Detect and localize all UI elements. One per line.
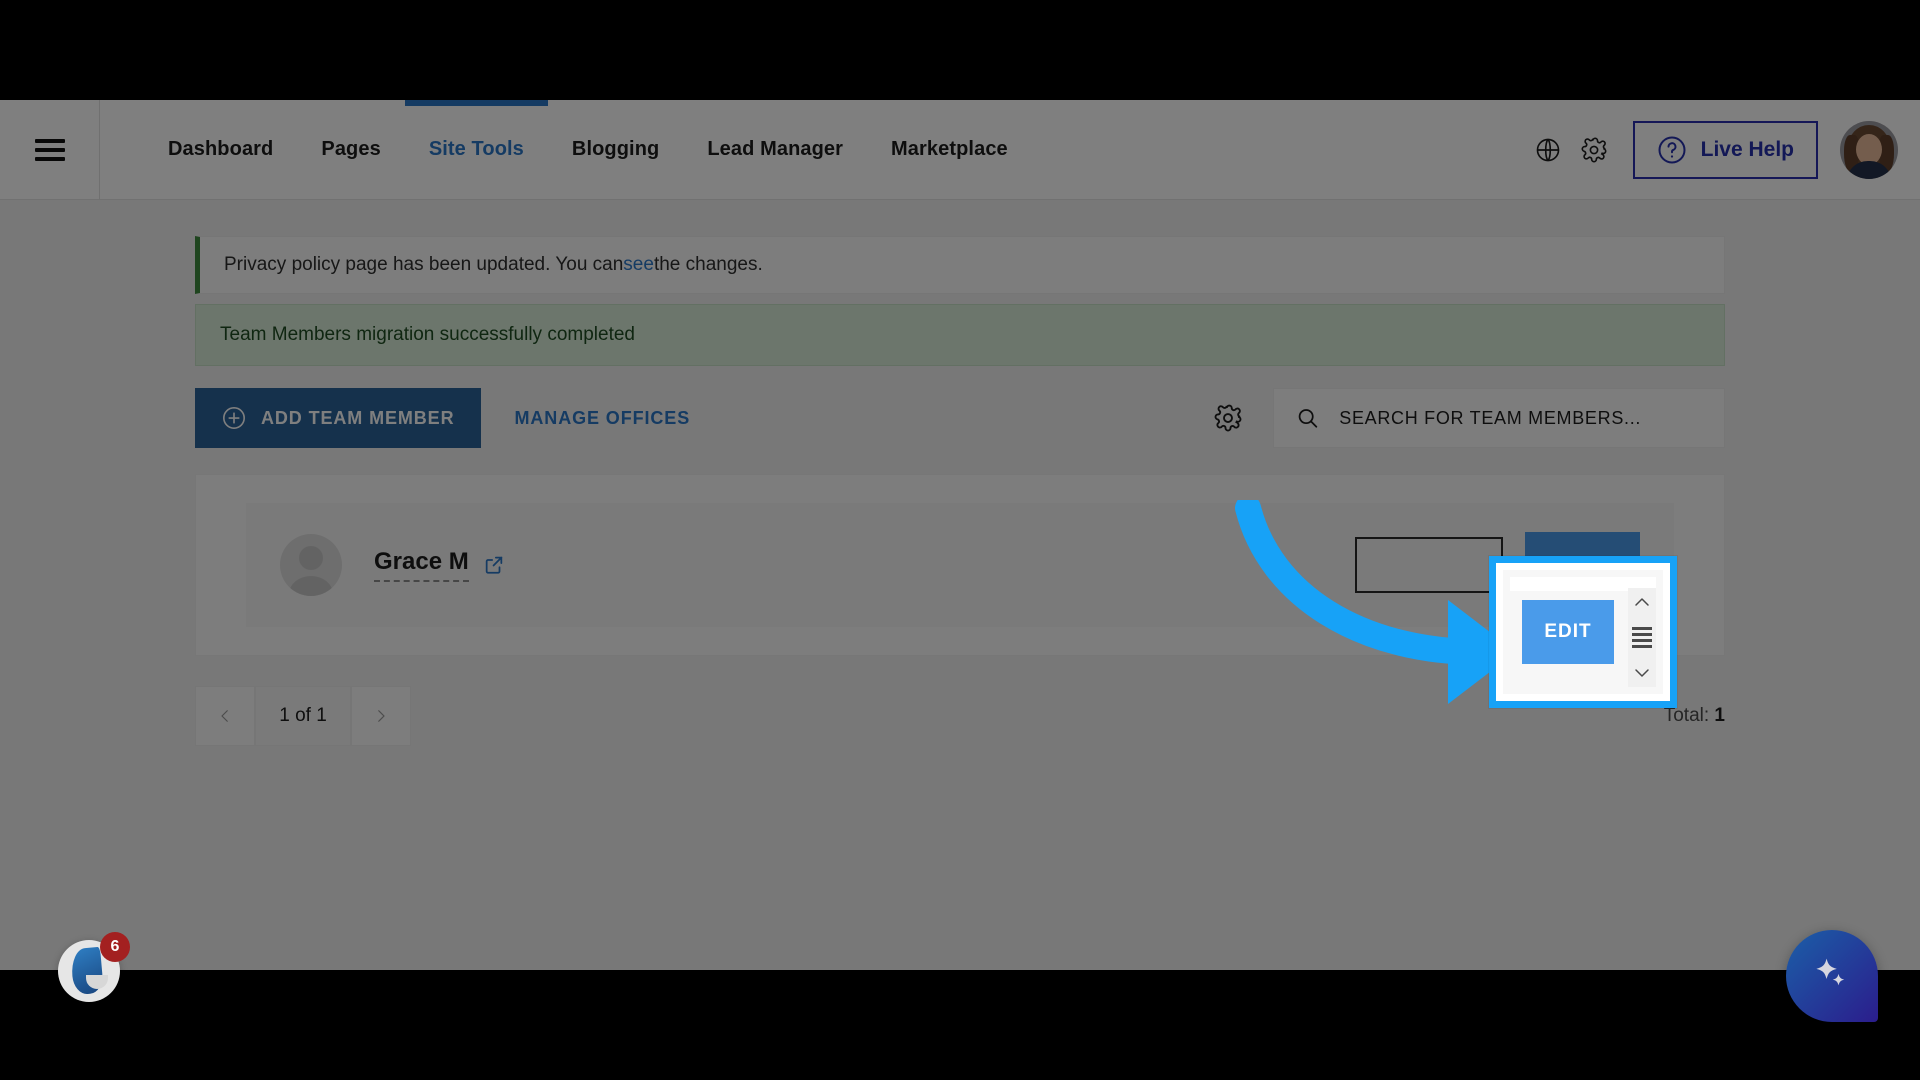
chevron-left-icon	[221, 710, 228, 722]
sparkle-icon	[1816, 958, 1845, 986]
hamburger-icon	[34, 134, 65, 166]
nav-item-blogging[interactable]: Blogging	[548, 100, 683, 200]
ai-assistant-button[interactable]	[1786, 930, 1878, 1022]
nav-item-pages[interactable]: Pages	[297, 100, 404, 200]
alert-text-before: Privacy policy page has been updated. Yo…	[224, 254, 624, 275]
live-help-label: Live Help	[1700, 137, 1794, 161]
avatar-face	[1856, 133, 1882, 165]
chevron-down-icon[interactable]	[1633, 667, 1651, 679]
nav-item-marketplace[interactable]: Marketplace	[867, 100, 1032, 200]
nav-item-site-tools[interactable]: Site Tools	[404, 100, 549, 200]
header-actions: Live Help	[1525, 100, 1920, 200]
scrollbar[interactable]	[1628, 588, 1656, 687]
table-row: Grace M EDIT	[246, 503, 1674, 627]
avatar-shoulders	[289, 576, 333, 596]
next-page-button[interactable]	[351, 686, 411, 746]
migration-alert-text: Team Members migration successfully comp…	[220, 324, 635, 345]
alert-text-after: the changes.	[653, 254, 763, 275]
nav-item-lead-manager[interactable]: Lead Manager	[683, 100, 867, 200]
main-navigation: Dashboard Pages Site Tools Blogging Lead…	[100, 100, 1032, 200]
chevron-up-icon[interactable]	[1633, 596, 1651, 608]
live-help-button[interactable]: Live Help	[1632, 120, 1818, 179]
settings-button[interactable]	[1571, 127, 1617, 173]
see-changes-link[interactable]: see	[623, 254, 654, 276]
search-icon	[1298, 409, 1318, 428]
app-header: Dashboard Pages Site Tools Blogging Lead…	[0, 100, 1920, 200]
team-toolbar: ADD TEAM MEMBER MANAGE OFFICES	[195, 388, 1725, 448]
member-name-wrap: Grace M	[374, 548, 505, 582]
member-avatar	[280, 534, 342, 596]
privacy-policy-alert: Privacy policy page has been updated. Yo…	[195, 236, 1725, 294]
search-team-members[interactable]	[1273, 388, 1725, 448]
external-link-icon[interactable]	[483, 554, 505, 576]
total-label: Total:	[1663, 705, 1710, 726]
avatar[interactable]	[1840, 120, 1898, 179]
question-circle-icon	[1658, 136, 1686, 163]
team-members-card: Grace M EDIT	[195, 474, 1725, 656]
gear-icon	[1214, 404, 1242, 432]
content-container: Privacy policy page has been updated. Yo…	[195, 200, 1725, 746]
plus-circle-icon	[223, 407, 245, 429]
total-count: Total: 1	[1664, 705, 1725, 727]
office-select[interactable]	[1354, 537, 1503, 593]
gear-icon	[1581, 137, 1607, 162]
language-button[interactable]	[1525, 127, 1571, 173]
page-indicator: 1 of 1	[255, 686, 351, 746]
search-input[interactable]	[1339, 407, 1702, 429]
edit-button[interactable]: EDIT	[1524, 532, 1640, 598]
table-settings-button[interactable]	[1205, 395, 1251, 441]
chat-unread-badge: 6	[100, 932, 130, 962]
menu-toggle-button[interactable]	[0, 100, 100, 200]
globe-icon	[1536, 138, 1559, 161]
migration-success-alert: Team Members migration successfully comp…	[195, 304, 1725, 366]
pagination: 1 of 1 Total: 1	[195, 656, 1725, 746]
app-viewport: Dashboard Pages Site Tools Blogging Lead…	[0, 100, 1920, 970]
add-team-member-button[interactable]: ADD TEAM MEMBER	[195, 388, 481, 448]
member-row-actions: EDIT	[1354, 532, 1640, 598]
chevron-right-icon	[378, 710, 385, 722]
total-value: 1	[1714, 705, 1725, 726]
member-name[interactable]: Grace M	[374, 548, 469, 582]
manage-offices-link[interactable]: MANAGE OFFICES	[515, 408, 691, 429]
toolbar-right	[1205, 388, 1725, 448]
scrollbar-thumb[interactable]	[1632, 624, 1652, 651]
prev-page-button[interactable]	[195, 686, 255, 746]
edit-button-highlighted[interactable]: EDIT	[1522, 600, 1614, 664]
screenshot-root: Dashboard Pages Site Tools Blogging Lead…	[0, 0, 1920, 1080]
avatar-head	[299, 546, 323, 570]
chat-widget-button[interactable]: 6	[58, 932, 130, 1002]
nav-item-dashboard[interactable]: Dashboard	[144, 100, 297, 200]
add-team-member-label: ADD TEAM MEMBER	[261, 407, 455, 428]
